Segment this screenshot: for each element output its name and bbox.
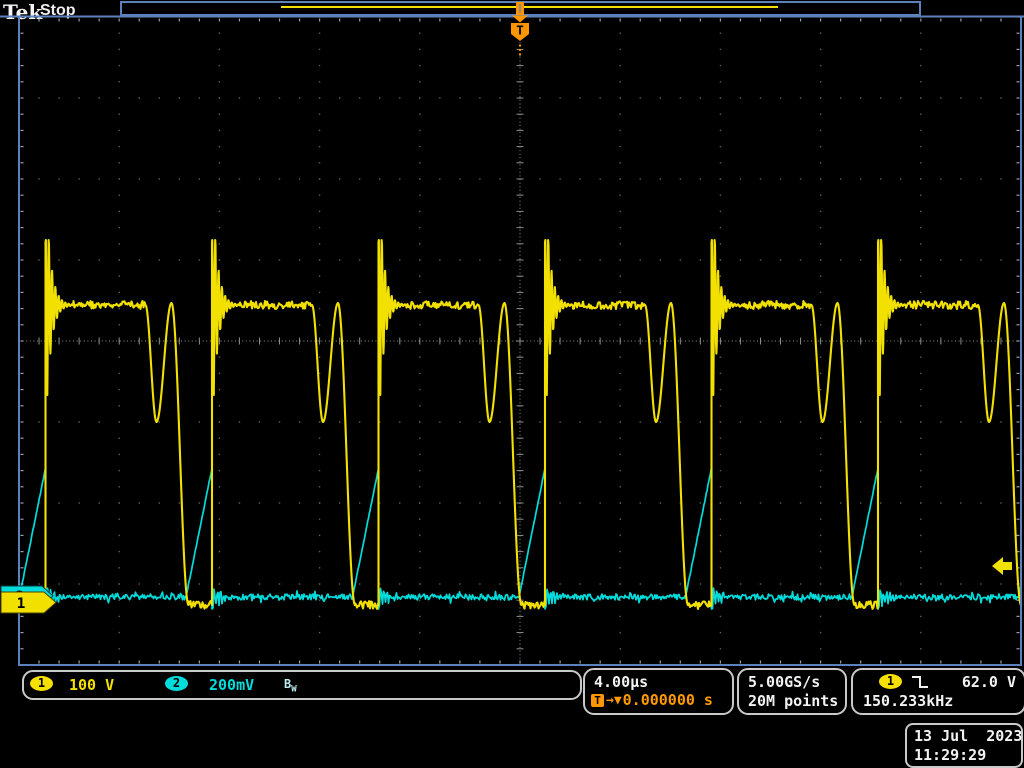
trigger-position-readout: T → ▼ 0.000000 s [591,691,713,709]
channel1-ground-marker[interactable]: 1 [0,591,57,614]
trigger-t-label: T [516,23,524,38]
graticule-border-bottom [18,664,1022,666]
record-length-readout: 20M points [748,692,839,710]
time-readout: 11:29:29 [914,746,987,764]
trigger-line-dot [518,53,522,56]
oscilloscope-screen: Tek Stop T 2 [0,0,1024,768]
trigger-level-arrow[interactable] [992,557,1012,575]
graticule-border-left [18,16,20,666]
ch1-badge[interactable]: 1 [30,676,53,691]
ch2-badge[interactable]: 2 [165,676,188,691]
graticule-border-right [1020,16,1022,666]
acquisition-readout-box[interactable]: 5.00GS/s 20M points [737,668,847,715]
trigger-level-readout: 62.0 V [961,673,1016,691]
trigger-t-icon: T [591,693,604,707]
trigger-position-badge[interactable]: T [511,15,529,56]
ch1-scale-readout: 100 V [69,676,115,694]
scope-display: T 2 1 [0,1,1024,666]
ch2-scale-readout: 200mV [209,676,255,694]
trigger-line-dot [518,44,522,47]
trigger-line-dot [518,48,522,52]
record-view-waveform-extent [281,6,778,8]
trigger-source-badge: 1 [879,674,902,689]
trigger-frequency-readout: 150.233kHz [863,692,954,710]
horizontal-readout-box[interactable]: 4.00µs T → ▼ 0.000000 s [583,668,734,715]
record-trigger-position-slot [519,4,521,13]
timebase-readout: 4.00µs [594,673,649,691]
svg-text:1: 1 [17,596,26,612]
trigger-down-arrow-icon [512,15,528,23]
ch2-bandwidth-limit-indicator: BW [284,677,297,695]
datetime-box: 13 Jul 2023 11:29:29 [905,723,1023,768]
falling-edge-icon [912,676,928,688]
channel-readout-box[interactable]: 1 100 V 2 200mV BW [22,670,582,700]
sample-rate-readout: 5.00GS/s [748,673,821,691]
date-readout: 13 Jul 2023 [914,727,1023,745]
trigger-readout-box[interactable]: 1 62.0 V 150.233kHz [851,668,1024,715]
graticule-grid [18,16,1022,666]
